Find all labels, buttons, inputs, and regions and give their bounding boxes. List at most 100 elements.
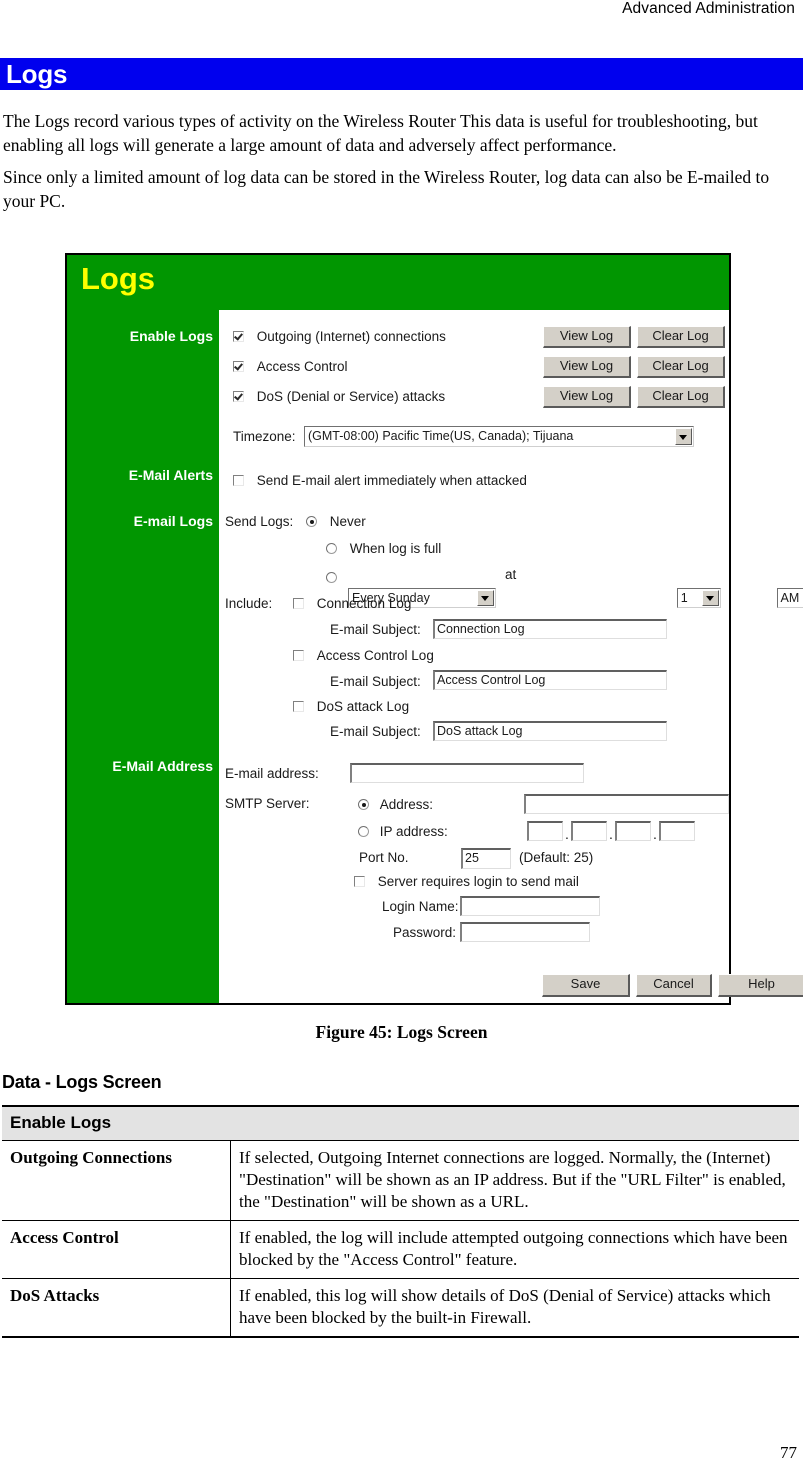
- dos-attacks-checkbox[interactable]: [233, 391, 244, 402]
- email-alert-checkbox[interactable]: [233, 475, 244, 486]
- send-logs-when-full-label: When log is full: [349, 541, 442, 556]
- router-screenshot: Logs Enable Logs E-Mail Alerts E-mail Lo…: [65, 253, 803, 1005]
- smtp-ip-octet-4[interactable]: [659, 821, 695, 841]
- data-logs-table: Enable Logs Outgoing Connections If sele…: [2, 1105, 799, 1338]
- access-control-label: Access Control: [256, 359, 348, 374]
- schedule-hour-value: 1: [680, 591, 688, 605]
- smtp-server-label: SMTP Server:: [225, 796, 310, 811]
- send-logs-option-never[interactable]: Never: [306, 514, 366, 529]
- view-log-button-outgoing[interactable]: View Log: [543, 326, 631, 348]
- table-row: Access Control If enabled, the log will …: [2, 1220, 799, 1279]
- email-alert-label: Send E-mail alert immediately when attac…: [256, 473, 527, 488]
- include-connection-log-row: Connection Log: [293, 596, 411, 611]
- sidebar-label-email-logs: E-mail Logs: [133, 513, 213, 529]
- view-log-button-dos[interactable]: View Log: [543, 386, 631, 408]
- server-requires-login-label: Server requires login to send mail: [377, 874, 579, 889]
- table-row-value: If enabled, the log will include attempt…: [230, 1220, 799, 1279]
- timezone-select[interactable]: (GMT-08:00) Pacific Time(US, Canada); Ti…: [304, 426, 694, 447]
- table-group-header-row: Enable Logs: [2, 1105, 799, 1141]
- smtp-ip-option[interactable]: IP address:: [358, 824, 448, 839]
- enable-log-row-access-control: Access Control: [233, 359, 348, 374]
- smtp-address-input[interactable]: [524, 794, 729, 814]
- server-requires-login-checkbox[interactable]: [354, 876, 365, 887]
- help-button[interactable]: Help: [718, 974, 803, 997]
- intro-paragraph-2: Since only a limited amount of log data …: [3, 167, 770, 211]
- include-label: Include:: [225, 596, 273, 611]
- intro-text: The Logs record various types of activit…: [3, 110, 798, 222]
- send-logs-never-radio[interactable]: [306, 516, 317, 527]
- page-number: 77: [780, 1443, 797, 1462]
- connection-log-label: Connection Log: [316, 596, 412, 611]
- running-header-text: Advanced Administration: [622, 0, 795, 17]
- table-row: Outgoing Connections If selected, Outgoi…: [2, 1140, 799, 1221]
- login-name-label: Login Name:: [382, 899, 459, 914]
- clear-log-button-dos[interactable]: Clear Log: [637, 386, 725, 408]
- outgoing-connections-label: Outgoing (Internet) connections: [256, 329, 446, 344]
- screenshot-banner: Logs: [67, 255, 729, 310]
- chevron-down-icon[interactable]: [477, 590, 494, 606]
- intro-paragraph-1: The Logs record various types of activit…: [3, 111, 758, 155]
- table-row: DoS Attacks If enabled, this log will sh…: [2, 1278, 799, 1338]
- save-button[interactable]: Save: [542, 974, 630, 997]
- table-row-key: Outgoing Connections: [2, 1140, 231, 1221]
- login-name-input[interactable]: [460, 896, 600, 916]
- dos-attack-log-label: DoS attack Log: [316, 699, 410, 714]
- table-row-key: Access Control: [2, 1220, 231, 1279]
- include-dos-attack-log-row: DoS attack Log: [293, 699, 409, 714]
- server-requires-login-row: Server requires login to send mail: [354, 874, 579, 889]
- dos-attack-log-checkbox[interactable]: [293, 701, 304, 712]
- schedule-at-label: at: [505, 567, 517, 582]
- smtp-ip-octet-1[interactable]: [527, 821, 563, 841]
- access-control-checkbox[interactable]: [233, 361, 244, 372]
- sidebar-label-enable-logs: Enable Logs: [129, 328, 213, 344]
- running-header: Advanced Administration: [0, 0, 795, 18]
- smtp-ip-octet-3[interactable]: [615, 821, 651, 841]
- access-control-log-subject-input[interactable]: Access Control Log: [433, 670, 667, 690]
- password-input[interactable]: [460, 922, 590, 942]
- send-logs-option-when-full[interactable]: When log is full: [326, 541, 441, 556]
- ip-dot-2: .: [609, 826, 613, 842]
- access-control-log-checkbox[interactable]: [293, 650, 304, 661]
- password-label: Password:: [393, 925, 457, 940]
- dos-attacks-label: DoS (Denial or Service) attacks: [256, 389, 446, 404]
- access-control-log-label: Access Control Log: [316, 648, 434, 663]
- enable-log-row-outgoing: Outgoing (Internet) connections: [233, 329, 446, 344]
- data-section-heading: Data - Logs Screen: [2, 1072, 162, 1092]
- send-logs-schedule-radio-wrap[interactable]: [326, 570, 337, 585]
- email-alert-row: Send E-mail alert immediately when attac…: [233, 473, 527, 488]
- port-no-input[interactable]: 25: [461, 848, 511, 869]
- email-address-input[interactable]: [350, 763, 584, 783]
- cancel-button[interactable]: Cancel: [636, 974, 712, 997]
- dos-attack-log-subject-input[interactable]: DoS attack Log: [433, 721, 667, 741]
- enable-log-row-dos: DoS (Denial or Service) attacks: [233, 389, 445, 404]
- sidebar-label-email-alerts: E-Mail Alerts: [128, 467, 213, 483]
- schedule-ampm-value: AM: [780, 591, 800, 605]
- screenshot-logo: Logs: [81, 261, 156, 296]
- outgoing-connections-checkbox[interactable]: [233, 331, 244, 342]
- send-logs-schedule-radio[interactable]: [326, 572, 337, 583]
- port-default-note: (Default: 25): [519, 850, 594, 865]
- clear-log-button-outgoing[interactable]: Clear Log: [637, 326, 725, 348]
- table-group-header: Enable Logs: [2, 1105, 799, 1141]
- smtp-address-option[interactable]: Address:: [358, 797, 433, 812]
- figure-caption: Figure 45: Logs Screen: [315, 1022, 488, 1042]
- view-log-button-access-control[interactable]: View Log: [543, 356, 631, 378]
- clear-log-button-access-control[interactable]: Clear Log: [637, 356, 725, 378]
- chevron-down-icon[interactable]: [701, 590, 719, 606]
- connection-log-checkbox[interactable]: [293, 598, 304, 609]
- smtp-ip-octet-2[interactable]: [571, 821, 607, 841]
- connection-log-subject-input[interactable]: Connection Log: [433, 619, 667, 639]
- send-logs-label: Send Logs:: [225, 514, 294, 529]
- smtp-ip-radio[interactable]: [358, 826, 369, 837]
- schedule-ampm-select[interactable]: AM: [776, 588, 803, 608]
- chevron-down-icon[interactable]: [675, 428, 692, 445]
- email-address-label: E-mail address:: [225, 766, 319, 781]
- schedule-hour-select[interactable]: 1: [676, 588, 721, 608]
- send-logs-when-full-radio[interactable]: [326, 543, 337, 554]
- smtp-address-radio[interactable]: [358, 799, 369, 810]
- send-logs-never-label: Never: [329, 514, 366, 529]
- page-title-bar: Logs: [0, 58, 803, 90]
- ip-dot-3: .: [653, 826, 657, 842]
- table-row-value: If enabled, this log will show details o…: [230, 1278, 799, 1338]
- timezone-selected-value: (GMT-08:00) Pacific Time(US, Canada); Ti…: [308, 429, 574, 443]
